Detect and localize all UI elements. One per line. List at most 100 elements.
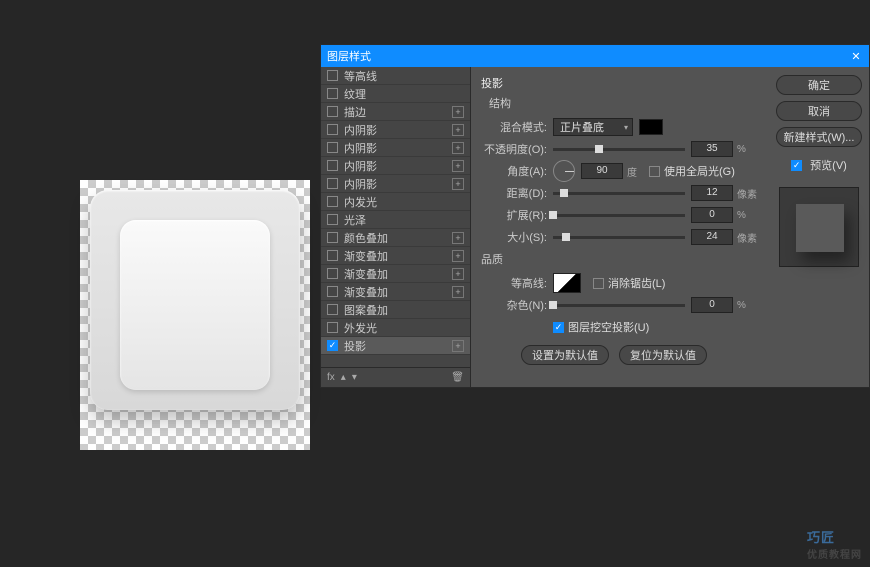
ok-button[interactable]: 确定 <box>776 75 862 95</box>
distance-unit: 像素 <box>733 186 759 201</box>
effect-checkbox[interactable] <box>327 196 338 207</box>
global-light-label: 使用全局光(G) <box>664 163 735 179</box>
blend-mode-label: 混合模式: <box>481 119 553 135</box>
actions-column: 确定 取消 新建样式(W)... ✓ 预览(V) <box>769 67 869 387</box>
opacity-unit: % <box>733 144 759 155</box>
plus-icon[interactable]: + <box>452 232 464 244</box>
plus-icon[interactable]: + <box>452 250 464 262</box>
noise-label: 杂色(N): <box>481 297 553 313</box>
effect-checkbox[interactable] <box>327 232 338 243</box>
preview-checkbox[interactable]: ✓ <box>791 160 802 171</box>
distance-input[interactable]: 12 <box>691 185 733 201</box>
arrow-down-icon[interactable]: ▾ <box>352 372 357 383</box>
effect-row[interactable]: 内发光 <box>321 193 470 211</box>
size-slider[interactable] <box>553 236 685 239</box>
knockout-checkbox[interactable]: ✓ <box>553 322 564 333</box>
angle-unit: 度 <box>623 164 649 179</box>
cancel-button[interactable]: 取消 <box>776 101 862 121</box>
noise-input[interactable]: 0 <box>691 297 733 313</box>
size-label: 大小(S): <box>481 229 553 245</box>
effect-row[interactable]: 内阴影+ <box>321 139 470 157</box>
plus-icon[interactable]: + <box>452 286 464 298</box>
plus-icon[interactable]: + <box>452 178 464 190</box>
opacity-slider[interactable] <box>553 148 685 151</box>
effect-row[interactable]: 内阴影+ <box>321 175 470 193</box>
effect-row[interactable]: 内阴影+ <box>321 121 470 139</box>
set-default-button[interactable]: 设置为默认值 <box>521 345 609 365</box>
effect-checkbox[interactable] <box>327 268 338 279</box>
plus-icon[interactable]: + <box>452 106 464 118</box>
effect-row[interactable]: 渐变叠加+ <box>321 283 470 301</box>
effect-row[interactable]: 纹理 <box>321 85 470 103</box>
plus-icon[interactable]: + <box>452 124 464 136</box>
blend-mode-dropdown[interactable]: 正片叠底 <box>553 118 633 136</box>
global-light-checkbox[interactable] <box>649 166 660 177</box>
effect-label: 内阴影 <box>344 140 452 156</box>
close-icon[interactable]: ✕ <box>849 50 863 63</box>
spread-input[interactable]: 0 <box>691 207 733 223</box>
contour-picker[interactable] <box>553 273 581 293</box>
reset-default-button[interactable]: 复位为默认值 <box>619 345 707 365</box>
effect-row[interactable]: 图案叠加 <box>321 301 470 319</box>
effects-list: 等高线纹理描边+内阴影+内阴影+内阴影+内阴影+内发光光泽颜色叠加+渐变叠加+渐… <box>321 67 470 367</box>
effect-checkbox[interactable]: ✓ <box>327 340 338 351</box>
distance-slider[interactable] <box>553 192 685 195</box>
effect-label: 描边 <box>344 104 452 120</box>
effect-row[interactable]: 描边+ <box>321 103 470 121</box>
noise-unit: % <box>733 300 759 311</box>
effect-label: 光泽 <box>344 212 464 228</box>
size-unit: 像素 <box>733 230 759 245</box>
knockout-label: 图层挖空投影(U) <box>568 319 649 335</box>
effect-checkbox[interactable] <box>327 322 338 333</box>
plus-icon[interactable]: + <box>452 340 464 352</box>
dialog-title: 图层样式 <box>327 48 371 64</box>
effect-checkbox[interactable] <box>327 142 338 153</box>
trash-icon[interactable]: 🗑 <box>451 372 464 383</box>
effect-checkbox[interactable] <box>327 88 338 99</box>
effects-footer: fx ▴ ▾ 🗑 <box>321 367 470 387</box>
contour-label: 等高线: <box>481 275 553 291</box>
effect-checkbox[interactable] <box>327 250 338 261</box>
opacity-label: 不透明度(O): <box>481 141 553 157</box>
effect-row[interactable]: 渐变叠加+ <box>321 247 470 265</box>
effect-row[interactable]: 渐变叠加+ <box>321 265 470 283</box>
plus-icon[interactable]: + <box>452 142 464 154</box>
angle-dial[interactable] <box>553 160 575 182</box>
size-input[interactable]: 24 <box>691 229 733 245</box>
watermark: 巧匠 优质教程网 <box>807 527 862 561</box>
fx-menu-icon[interactable]: fx <box>327 372 335 383</box>
distance-label: 距离(D): <box>481 185 553 201</box>
effect-row[interactable]: 外发光 <box>321 319 470 337</box>
effect-checkbox[interactable] <box>327 160 338 171</box>
effect-row[interactable]: 颜色叠加+ <box>321 229 470 247</box>
plus-icon[interactable]: + <box>452 160 464 172</box>
spread-slider[interactable] <box>553 214 685 217</box>
effect-checkbox[interactable] <box>327 304 338 315</box>
effect-row[interactable]: 内阴影+ <box>321 157 470 175</box>
effect-checkbox[interactable] <box>327 70 338 81</box>
arrow-up-icon[interactable]: ▴ <box>341 372 346 383</box>
antialias-checkbox[interactable] <box>593 278 604 289</box>
effect-label: 等高线 <box>344 68 464 84</box>
spread-label: 扩展(R): <box>481 207 553 223</box>
panel-title: 投影 <box>481 75 759 91</box>
effect-checkbox[interactable] <box>327 106 338 117</box>
quality-title: 品质 <box>481 251 759 267</box>
plus-icon[interactable]: + <box>452 268 464 280</box>
effect-row[interactable]: 等高线 <box>321 67 470 85</box>
effect-checkbox[interactable] <box>327 286 338 297</box>
angle-input[interactable]: 90 <box>581 163 623 179</box>
effect-checkbox[interactable] <box>327 214 338 225</box>
effect-row[interactable]: 光泽 <box>321 211 470 229</box>
effect-row[interactable]: ✓投影+ <box>321 337 470 355</box>
spread-unit: % <box>733 210 759 221</box>
shadow-color-swatch[interactable] <box>639 119 663 135</box>
preview-thumbnail <box>779 187 859 267</box>
effect-checkbox[interactable] <box>327 178 338 189</box>
opacity-input[interactable]: 35 <box>691 141 733 157</box>
new-style-button[interactable]: 新建样式(W)... <box>776 127 862 147</box>
dialog-titlebar[interactable]: 图层样式 ✕ <box>321 45 869 67</box>
effect-checkbox[interactable] <box>327 124 338 135</box>
noise-slider[interactable] <box>553 304 685 307</box>
effect-label: 渐变叠加 <box>344 284 452 300</box>
